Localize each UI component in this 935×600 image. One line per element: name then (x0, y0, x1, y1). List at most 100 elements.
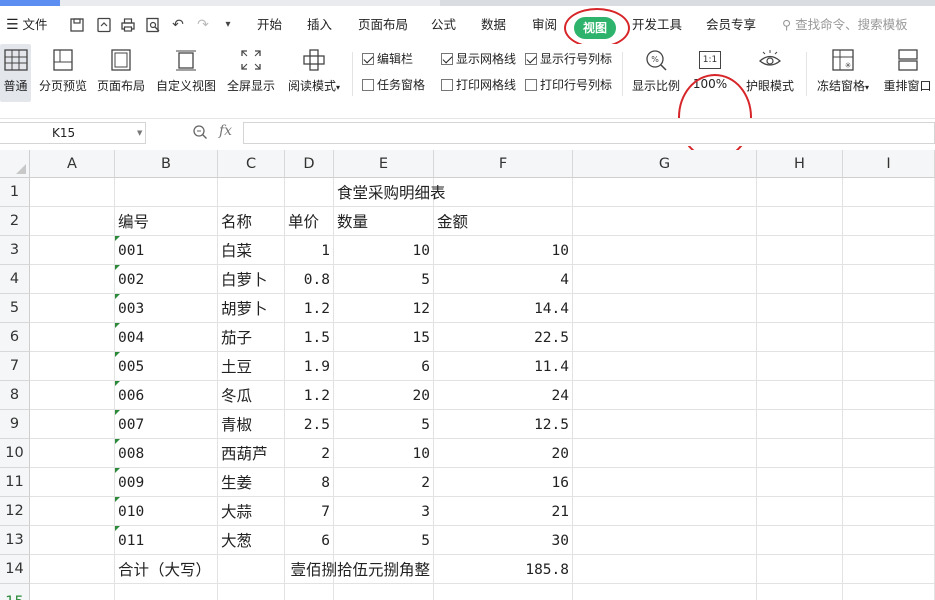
table-header-cell[interactable]: 数量 (334, 207, 434, 236)
grid-cell[interactable] (30, 584, 115, 600)
amount-cell[interactable]: 20 (434, 439, 573, 468)
show-gridlines-checkbox[interactable]: 显示网格线 (441, 50, 516, 68)
row-header[interactable]: 12 (0, 497, 30, 526)
grid-cell[interactable] (30, 468, 115, 497)
grid-cell[interactable] (334, 584, 434, 600)
table-header-cell[interactable]: 名称 (218, 207, 285, 236)
grid-cell[interactable] (843, 555, 935, 584)
item-name-cell[interactable]: 生姜 (218, 468, 285, 497)
unit-price-cell[interactable]: 1 (285, 236, 334, 265)
row-header[interactable]: 8 (0, 381, 30, 410)
table-header-cell[interactable]: 金额 (434, 207, 573, 236)
tab-home[interactable]: 开始 (257, 6, 282, 44)
item-code-cell[interactable]: 001 (115, 236, 218, 265)
grid-cell[interactable] (285, 584, 334, 600)
print-gridlines-checkbox[interactable]: 打印网格线 (441, 76, 516, 94)
row-header[interactable]: 3 (0, 236, 30, 265)
magnifier-icon[interactable] (192, 124, 208, 144)
grid-cell[interactable] (757, 526, 843, 555)
tab-review[interactable]: 审阅 (532, 6, 557, 44)
grid-cell[interactable] (434, 584, 573, 600)
item-name-cell[interactable]: 胡萝卜 (218, 294, 285, 323)
grid-cell[interactable] (573, 555, 757, 584)
unit-price-cell[interactable]: 1.5 (285, 323, 334, 352)
grid-cell[interactable] (573, 352, 757, 381)
item-code-cell[interactable]: 008 (115, 439, 218, 468)
grid-cell[interactable] (573, 323, 757, 352)
unit-price-cell[interactable]: 1.2 (285, 381, 334, 410)
column-header-f[interactable]: F (434, 150, 573, 178)
tab-data[interactable]: 数据 (481, 6, 506, 44)
zoom-ratio-button[interactable]: % 显示比例 (630, 44, 682, 102)
grid-cell[interactable] (757, 236, 843, 265)
custom-view-button[interactable]: 自定义视图 (153, 44, 219, 102)
amount-cell[interactable]: 16 (434, 468, 573, 497)
item-name-cell[interactable]: 白萝卜 (218, 265, 285, 294)
grid-cell[interactable] (30, 178, 115, 207)
grid-cell[interactable] (843, 410, 935, 439)
grid-cell[interactable] (30, 381, 115, 410)
tab-insert[interactable]: 插入 (307, 6, 332, 44)
grid-cell[interactable] (30, 439, 115, 468)
grid-cell[interactable] (573, 468, 757, 497)
row-header[interactable]: 10 (0, 439, 30, 468)
item-name-cell[interactable]: 大葱 (218, 526, 285, 555)
item-code-cell[interactable]: 006 (115, 381, 218, 410)
grid-cell[interactable] (573, 584, 757, 600)
item-code-cell[interactable]: 007 (115, 410, 218, 439)
grid-cell[interactable] (115, 178, 218, 207)
grid-cell[interactable] (843, 352, 935, 381)
item-name-cell[interactable]: 冬瓜 (218, 381, 285, 410)
name-box[interactable]: K15 (0, 122, 146, 144)
item-code-cell[interactable]: 005 (115, 352, 218, 381)
grid-cell[interactable] (757, 555, 843, 584)
grid-cell[interactable] (573, 497, 757, 526)
grid-cell[interactable] (434, 178, 573, 207)
item-code-cell[interactable]: 011 (115, 526, 218, 555)
column-header-d[interactable]: D (285, 150, 334, 178)
reading-mode-button[interactable]: 阅读模式▾ (283, 44, 345, 102)
spreadsheet-grid[interactable]: ABCDEFGHI123456789101112131415食堂采购明细表编号名… (0, 150, 935, 600)
row-header[interactable]: 15 (0, 584, 30, 600)
column-header-g[interactable]: G (573, 150, 757, 178)
quantity-cell[interactable]: 2 (334, 468, 434, 497)
grid-cell[interactable] (757, 497, 843, 526)
column-header-e[interactable]: E (334, 150, 434, 178)
page-break-preview-button[interactable]: 分页预览 (35, 44, 91, 102)
item-name-cell[interactable]: 大蒜 (218, 497, 285, 526)
total-words-cell[interactable]: 壹佰捌拾伍元捌角整 (285, 555, 434, 584)
quantity-cell[interactable]: 3 (334, 497, 434, 526)
row-header[interactable]: 4 (0, 265, 30, 294)
column-header-i[interactable]: I (843, 150, 935, 178)
grid-cell[interactable] (30, 526, 115, 555)
freeze-panes-button[interactable]: ✳ 冻结窗格▾ (812, 44, 874, 102)
grid-cell[interactable] (30, 207, 115, 236)
grid-cell[interactable] (757, 294, 843, 323)
print-icon[interactable] (120, 17, 136, 33)
grid-cell[interactable] (757, 207, 843, 236)
grid-cell[interactable] (843, 178, 935, 207)
amount-cell[interactable]: 24 (434, 381, 573, 410)
grid-cell[interactable] (843, 207, 935, 236)
amount-cell[interactable]: 4 (434, 265, 573, 294)
export-pdf-icon[interactable] (96, 17, 112, 33)
grid-cell[interactable] (573, 207, 757, 236)
item-name-cell[interactable]: 西葫芦 (218, 439, 285, 468)
show-headers-checkbox[interactable]: 显示行号列标 (525, 50, 612, 68)
quantity-cell[interactable]: 20 (334, 381, 434, 410)
amount-cell[interactable]: 12.5 (434, 410, 573, 439)
amount-cell[interactable]: 21 (434, 497, 573, 526)
total-value-cell[interactable]: 185.8 (434, 555, 573, 584)
grid-cell[interactable] (30, 410, 115, 439)
quantity-cell[interactable]: 12 (334, 294, 434, 323)
grid-cell[interactable] (285, 178, 334, 207)
command-search[interactable]: ⚲ 查找命令、搜索模板 (782, 6, 908, 44)
grid-cell[interactable] (573, 178, 757, 207)
grid-cell[interactable] (573, 294, 757, 323)
row-header[interactable]: 2 (0, 207, 30, 236)
grid-cell[interactable] (757, 381, 843, 410)
tab-page-layout[interactable]: 页面布局 (358, 6, 408, 44)
table-header-cell[interactable]: 单价 (285, 207, 334, 236)
item-name-cell[interactable]: 茄子 (218, 323, 285, 352)
total-label-cell[interactable]: 合计（大写） (115, 555, 285, 584)
